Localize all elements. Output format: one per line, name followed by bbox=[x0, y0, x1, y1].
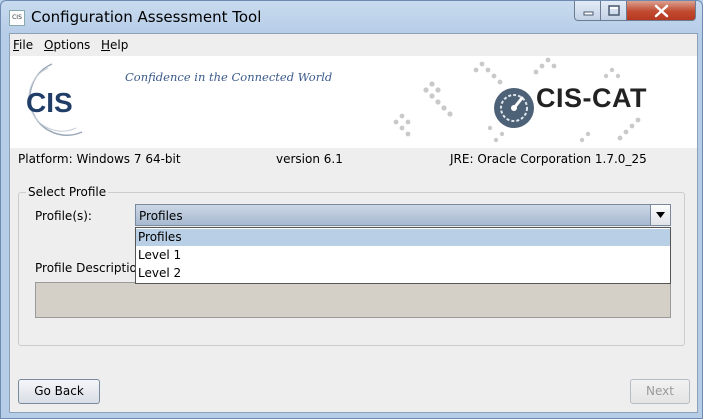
menu-file[interactable]: File bbox=[13, 38, 33, 52]
cis-logo-icon: CIS bbox=[26, 63, 83, 136]
tagline: Confidence in the Connected World bbox=[125, 70, 333, 84]
minimize-button[interactable] bbox=[574, 1, 601, 21]
next-button[interactable]: Next bbox=[630, 379, 690, 404]
chevron-down-icon bbox=[656, 212, 665, 218]
title-bar[interactable]: CIS Configuration Assessment Tool bbox=[1, 1, 702, 33]
maximize-button[interactable] bbox=[601, 1, 627, 21]
platform-value: Windows 7 64-bit bbox=[76, 152, 181, 166]
profiles-label: Profile(s): bbox=[35, 209, 92, 223]
app-icon[interactable]: CIS bbox=[9, 10, 25, 26]
cis-logo-text: CIS bbox=[26, 87, 73, 118]
dropdown-arrow-button[interactable] bbox=[650, 205, 670, 225]
profile-description-label: Profile Description bbox=[35, 261, 145, 275]
select-profile-group-title: Select Profile bbox=[26, 185, 109, 199]
menu-file-label: ile bbox=[19, 38, 34, 52]
jre-label: JRE: bbox=[450, 152, 474, 166]
menu-help-label: elp bbox=[110, 38, 129, 52]
profile-dropdown-list: Profiles Level 1 Level 2 bbox=[135, 227, 671, 284]
go-back-button[interactable]: Go Back bbox=[18, 379, 100, 404]
version-value: 6.1 bbox=[323, 152, 343, 166]
profile-description-box bbox=[35, 282, 671, 318]
jre-value: Oracle Corporation 1.7.0_25 bbox=[477, 152, 647, 166]
close-icon bbox=[654, 4, 669, 18]
platform-info: Platform: Windows 7 64-bit bbox=[18, 152, 181, 166]
close-button[interactable] bbox=[627, 1, 696, 21]
menu-bar: File Options Help bbox=[10, 34, 697, 56]
profile-option-level-1[interactable]: Level 1 bbox=[136, 247, 670, 264]
application-window: CIS Configuration Assessment Tool File O… bbox=[0, 0, 703, 419]
profile-select[interactable]: Profiles bbox=[135, 204, 671, 226]
banner: CIS Confidence in the Connected World CI… bbox=[10, 56, 697, 148]
jre-info: JRE: Oracle Corporation 1.7.0_25 bbox=[450, 152, 647, 166]
cis-cat-logo-text: CIS-CAT bbox=[536, 83, 647, 113]
profile-option-level-2[interactable]: Level 2 bbox=[136, 265, 670, 282]
menu-options-label: ptions bbox=[53, 38, 91, 52]
menu-help-mnemonic: H bbox=[101, 38, 111, 52]
version-label: version bbox=[276, 152, 320, 166]
client-area: File Options Help CIS Confidence in the … bbox=[9, 33, 698, 413]
profile-option-profiles[interactable]: Profiles bbox=[136, 229, 670, 246]
menu-help[interactable]: Help bbox=[101, 38, 128, 52]
platform-label: Platform: bbox=[18, 152, 73, 166]
maximize-icon bbox=[608, 5, 620, 16]
minimize-icon bbox=[583, 11, 594, 16]
profile-select-value: Profiles bbox=[139, 209, 183, 223]
version-info: version 6.1 bbox=[276, 152, 343, 166]
window-title: Configuration Assessment Tool bbox=[31, 8, 262, 26]
menu-options[interactable]: Options bbox=[44, 38, 90, 52]
